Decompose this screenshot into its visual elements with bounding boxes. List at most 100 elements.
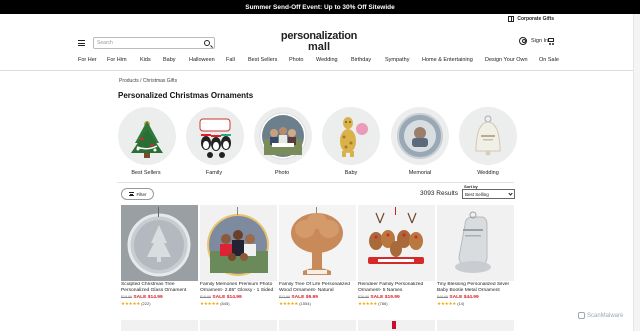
main-nav: For Her For Him Kids Baby Halloween Fall… (0, 57, 640, 67)
sort-select[interactable]: Best Selling (462, 189, 515, 199)
filter-button[interactable]: Filter (121, 188, 154, 200)
page-title: Personalized Christmas Ornaments (118, 91, 254, 100)
corporate-gifts-link[interactable]: Corporate Gifts (508, 16, 554, 22)
product-name[interactable]: Reindeer Family Personalized Ornament- 5… (358, 282, 435, 294)
review-count[interactable]: (1554) (299, 301, 311, 306)
results-count: 3093 Results (420, 190, 458, 197)
product-card[interactable] (200, 320, 277, 331)
user-icon (519, 37, 527, 45)
promo-text[interactable]: Summer Send-Off Event: Up to 30% Off Sit… (245, 4, 395, 11)
original-price: $13.99 (279, 295, 290, 299)
filter-label: Filter (136, 191, 147, 197)
cart-icon[interactable] (547, 37, 555, 45)
gift-icon (508, 16, 515, 22)
product-card[interactable] (358, 320, 435, 331)
search-input[interactable] (97, 39, 197, 47)
product-card[interactable] (121, 320, 198, 331)
product-card[interactable]: Reindeer Family Personalized Ornament- 5… (358, 205, 435, 307)
header-divider (0, 70, 640, 71)
category-label-wedding[interactable]: Wedding (458, 170, 518, 176)
product-image[interactable] (279, 205, 356, 281)
giraffe-ornament-image (340, 117, 368, 157)
nav-item-fall[interactable]: Fall (226, 57, 235, 63)
sign-in-label: Sign In (531, 38, 549, 44)
breadcrumb[interactable]: Products / Christmas Gifts (119, 78, 177, 84)
product-name[interactable]: Sculpted Christmas Tree Personalized Gla… (121, 282, 198, 294)
product-card[interactable]: Tiny Blessing Personalized Silver Baby B… (437, 205, 514, 307)
star-icon: ★★★★★ (279, 301, 299, 306)
category-label-family[interactable]: Family (184, 170, 244, 176)
product-image[interactable] (121, 205, 198, 281)
category-label-memorial[interactable]: Memorial (390, 170, 450, 176)
category-label-photo[interactable]: Photo (252, 170, 312, 176)
sign-in-link[interactable]: Sign In (519, 37, 548, 45)
original-price: $19.99 (200, 295, 211, 299)
review-count[interactable]: (845) (220, 301, 229, 306)
chevron-down-icon (508, 190, 513, 196)
corporate-gifts-label: Corporate Gifts (517, 16, 554, 22)
memorial-ornament-image (397, 113, 443, 159)
scrollbar[interactable] (633, 14, 640, 331)
star-icon: ★★★★★ (121, 301, 141, 306)
sale-price: SALE $19.99 (370, 295, 400, 300)
nav-item-on-sale[interactable]: On Sale (539, 57, 559, 63)
category-label-best-sellers[interactable]: Best Sellers (116, 170, 176, 176)
category-baby[interactable] (322, 107, 380, 165)
nav-item-birthday[interactable]: Birthday (351, 57, 371, 63)
filter-icon (128, 192, 134, 196)
product-card[interactable]: Family Tree Of Life Personalized Wood Or… (279, 205, 356, 307)
nav-item-for-him[interactable]: For Him (107, 57, 127, 63)
nav-item-baby[interactable]: Baby (163, 57, 176, 63)
nav-item-design-your-own[interactable]: Design Your Own (485, 57, 528, 63)
product-image[interactable] (437, 205, 514, 281)
bell-ornament-image (475, 115, 501, 156)
product-card[interactable]: Sculpted Christmas Tree Personalized Gla… (121, 205, 198, 307)
penguin-family-ornament-image (199, 118, 231, 158)
sale-price: SALE $14.99 (133, 295, 163, 300)
product-card[interactable] (279, 320, 356, 331)
product-image[interactable] (200, 205, 277, 281)
logo-line2: mall (307, 41, 330, 53)
section-divider (117, 182, 514, 183)
nav-item-photo[interactable]: Photo (289, 57, 303, 63)
menu-icon[interactable] (78, 40, 85, 46)
review-count[interactable]: (14) (457, 301, 464, 306)
nav-item-sympathy[interactable]: Sympathy (385, 57, 409, 63)
original-price: $26.99 (358, 295, 369, 299)
nav-item-wedding[interactable]: Wedding (316, 57, 338, 63)
photo-ornament-image (259, 112, 307, 160)
nav-item-for-her[interactable]: For Her (78, 57, 97, 63)
product-name[interactable]: Family Tree Of Life Personalized Wood Or… (279, 282, 356, 294)
review-count[interactable]: (786) (378, 301, 387, 306)
category-family[interactable] (186, 107, 244, 165)
site-logo[interactable]: personalization mall (276, 31, 362, 53)
nav-item-best-sellers[interactable]: Best Sellers (248, 57, 277, 63)
category-best-sellers[interactable] (118, 107, 176, 165)
product-name[interactable]: Family Memories Premium Photo Ornament- … (200, 282, 277, 294)
category-memorial[interactable] (391, 107, 449, 165)
review-count[interactable]: (222) (141, 301, 150, 306)
product-card[interactable] (437, 320, 514, 331)
product-card[interactable]: Family Memories Premium Photo Ornament- … (200, 205, 277, 307)
star-icon: ★★★★★ (437, 301, 457, 306)
sort-value: Best Selling (465, 191, 489, 197)
category-wedding[interactable] (459, 107, 517, 165)
sale-price: SALE $9.99 (291, 295, 318, 300)
watermark: ScanMalware (578, 312, 623, 319)
category-photo[interactable] (254, 107, 312, 165)
sale-price: SALE $14.99 (212, 295, 242, 300)
nav-item-halloween[interactable]: Halloween (189, 57, 215, 63)
product-name[interactable]: Tiny Blessing Personalized Silver Baby B… (437, 282, 514, 294)
scanmalware-logo-icon (578, 312, 585, 319)
star-icon: ★★★★★ (200, 301, 220, 306)
search-box[interactable] (93, 37, 215, 49)
product-image[interactable] (358, 205, 435, 281)
sale-price: SALE $44.99 (449, 295, 479, 300)
promo-bar[interactable]: Summer Send-Off Event: Up to 30% Off Sit… (0, 0, 640, 14)
nav-item-home-entertaining[interactable]: Home & Entertaining (422, 57, 473, 63)
search-icon[interactable] (204, 40, 210, 46)
watermark-text: ScanMalware (587, 312, 624, 319)
nav-item-kids[interactable]: Kids (140, 57, 151, 63)
original-price: $49.99 (437, 295, 448, 299)
category-label-baby[interactable]: Baby (321, 170, 381, 176)
